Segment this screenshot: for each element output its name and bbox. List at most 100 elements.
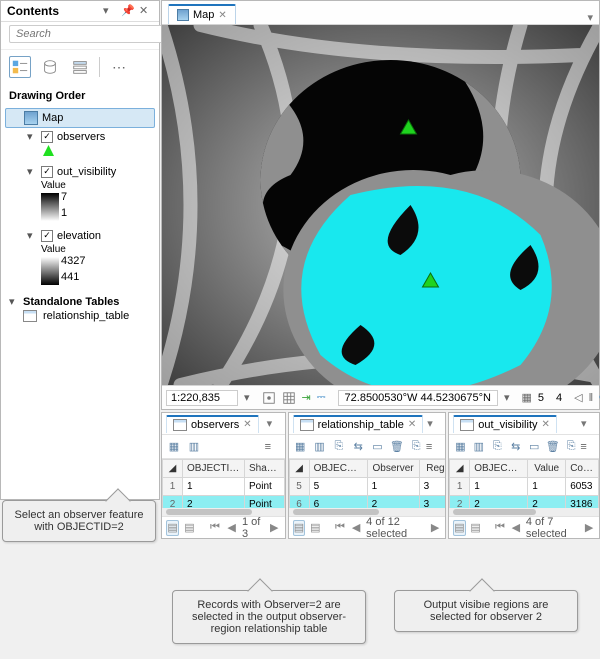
col-value[interactable]: Value: [528, 460, 566, 478]
row-header[interactable]: ◢: [163, 460, 183, 478]
show-all-button[interactable]: ▤: [293, 520, 306, 536]
menu-icon[interactable]: ≡: [265, 441, 283, 453]
list-by-source-button[interactable]: [39, 56, 61, 78]
show-selected-button[interactable]: ▤: [470, 520, 482, 536]
table-tab[interactable]: observers ✕: [166, 415, 259, 433]
col-objectid[interactable]: OBJECTID *: [309, 460, 367, 478]
map-canvas[interactable]: [162, 25, 599, 385]
prev-icon[interactable]: ◀: [510, 520, 522, 536]
measure-icon[interactable]: ⇥: [302, 390, 311, 406]
map-node[interactable]: Map: [5, 108, 155, 128]
layer-observers[interactable]: ▾ observers: [23, 128, 155, 145]
next-icon[interactable]: ▶: [583, 520, 595, 536]
list-by-selection-button[interactable]: [69, 56, 91, 78]
coordinates-readout[interactable]: 72.8500530°W 44.5230675°N: [338, 390, 498, 406]
horizontal-scrollbar[interactable]: [289, 508, 446, 516]
col-objectid[interactable]: OBJECTID *: [470, 460, 528, 478]
clear-selection-button[interactable]: ▭: [525, 437, 543, 457]
list-by-drawing-order-button[interactable]: [9, 56, 31, 78]
search-input[interactable]: [9, 25, 176, 43]
clear-selection-button[interactable]: ▭: [368, 437, 387, 457]
scale-dropdown-icon[interactable]: ▾: [244, 390, 250, 406]
select-related-button[interactable]: ⎘: [488, 437, 506, 457]
standalone-tables-node[interactable]: ▾ Standalone Tables: [5, 293, 155, 310]
scale-input[interactable]: [166, 390, 238, 406]
close-tab-icon[interactable]: ✕: [243, 419, 251, 430]
show-all-button[interactable]: ▤: [166, 520, 179, 536]
caret-down-icon[interactable]: ▾: [27, 229, 37, 242]
table-tab[interactable]: relationship_table ✕: [293, 415, 424, 433]
show-selected-button[interactable]: ▤: [183, 520, 196, 536]
delete-button[interactable]: 🗑: [387, 437, 406, 457]
switch-selection-button[interactable]: ⇆: [507, 437, 525, 457]
select-related-button[interactable]: ⎘: [329, 437, 348, 457]
table-tab[interactable]: out_visibility ✕: [453, 415, 557, 433]
table-row[interactable]: 2223186: [450, 496, 599, 509]
horizontal-scrollbar[interactable]: [449, 508, 599, 516]
more-icon[interactable]: ⋯: [108, 56, 130, 78]
col-count[interactable]: Count: [566, 460, 599, 478]
observers-grid[interactable]: ◢ OBJECTID * Shape * 11Point22Point33Poi…: [162, 459, 285, 508]
col-objectid[interactable]: OBJECTID *: [183, 460, 245, 478]
next-icon[interactable]: ▶: [268, 520, 281, 536]
table-row[interactable]: 6623: [289, 496, 445, 509]
dropdown-icon[interactable]: ▾: [581, 11, 599, 24]
close-tab-icon[interactable]: ✕: [218, 10, 226, 21]
field-view-button[interactable]: ▦: [164, 437, 184, 457]
col-region[interactable]: Region: [419, 460, 445, 478]
field-view-button[interactable]: ▦: [451, 437, 469, 457]
visibility-checkbox[interactable]: [41, 230, 53, 242]
prev-icon[interactable]: ◀: [350, 520, 362, 536]
first-icon[interactable]: ⏮: [209, 520, 222, 536]
show-selected-button[interactable]: ▤: [309, 520, 321, 536]
dropdown-icon[interactable]: ▾: [103, 4, 117, 18]
col-shape[interactable]: Shape *: [245, 460, 285, 478]
first-icon[interactable]: ⏮: [334, 520, 346, 536]
snap-icon[interactable]: [262, 390, 276, 406]
next-icon[interactable]: ▶: [429, 520, 441, 536]
constraints-icon[interactable]: ⎓: [317, 390, 326, 406]
caret-down-icon[interactable]: ▾: [9, 295, 19, 308]
relationship-grid[interactable]: ◢ OBJECTID * Observer Region 55136623771…: [289, 459, 446, 508]
copy-button[interactable]: ⎘: [406, 437, 425, 457]
delete-button[interactable]: 🗑: [543, 437, 561, 457]
table-row[interactable]: 22Point: [163, 496, 285, 509]
pin-icon[interactable]: 📌: [121, 4, 135, 18]
add-field-button[interactable]: ▥: [470, 437, 488, 457]
relationship-table-label[interactable]: relationship_table: [43, 310, 129, 322]
out-visibility-grid[interactable]: ◢ OBJECTID * Value Count 111605322231863…: [449, 459, 599, 508]
close-tab-icon[interactable]: ✕: [408, 419, 416, 430]
switch-selection-button[interactable]: ⇆: [349, 437, 368, 457]
first-icon[interactable]: ⏮: [494, 520, 506, 536]
field-view-button[interactable]: ▦: [291, 437, 310, 457]
map-tab[interactable]: Map ✕: [168, 4, 236, 24]
add-field-button[interactable]: ▥: [310, 437, 329, 457]
menu-icon[interactable]: ≡: [426, 441, 443, 453]
prev-icon[interactable]: ◀: [225, 520, 238, 536]
layer-out-visibility[interactable]: ▾ out_visibility: [23, 163, 155, 180]
dropdown-icon[interactable]: ▾: [427, 417, 441, 430]
close-tab-icon[interactable]: ✕: [542, 419, 550, 430]
table-row[interactable]: 5513: [289, 478, 445, 496]
row-header[interactable]: ◢: [289, 460, 309, 478]
dropdown-icon[interactable]: ▾: [581, 417, 595, 430]
visibility-checkbox[interactable]: [41, 166, 53, 178]
close-icon[interactable]: ✕: [139, 4, 153, 18]
bookmark-icon[interactable]: ▦: [521, 390, 531, 406]
coord-dropdown-icon[interactable]: ▾: [504, 390, 510, 406]
grid-icon[interactable]: [282, 390, 296, 406]
dropdown-icon[interactable]: ▾: [267, 417, 281, 430]
row-header[interactable]: ◢: [450, 460, 470, 478]
copy-button[interactable]: ⎘: [562, 437, 580, 457]
add-field-button[interactable]: ▥: [184, 437, 204, 457]
show-all-button[interactable]: ▤: [453, 520, 465, 536]
visibility-checkbox[interactable]: [41, 131, 53, 143]
table-row[interactable]: 1116053: [450, 478, 599, 496]
pause-icon[interactable]: ‖: [589, 390, 594, 406]
caret-down-icon[interactable]: ▾: [27, 130, 37, 143]
table-row[interactable]: 11Point: [163, 478, 285, 496]
layer-elevation[interactable]: ▾ elevation: [23, 227, 155, 244]
menu-icon[interactable]: ≡: [580, 441, 597, 453]
caret-down-icon[interactable]: ▾: [27, 165, 37, 178]
prev-icon[interactable]: ◁: [574, 390, 582, 406]
